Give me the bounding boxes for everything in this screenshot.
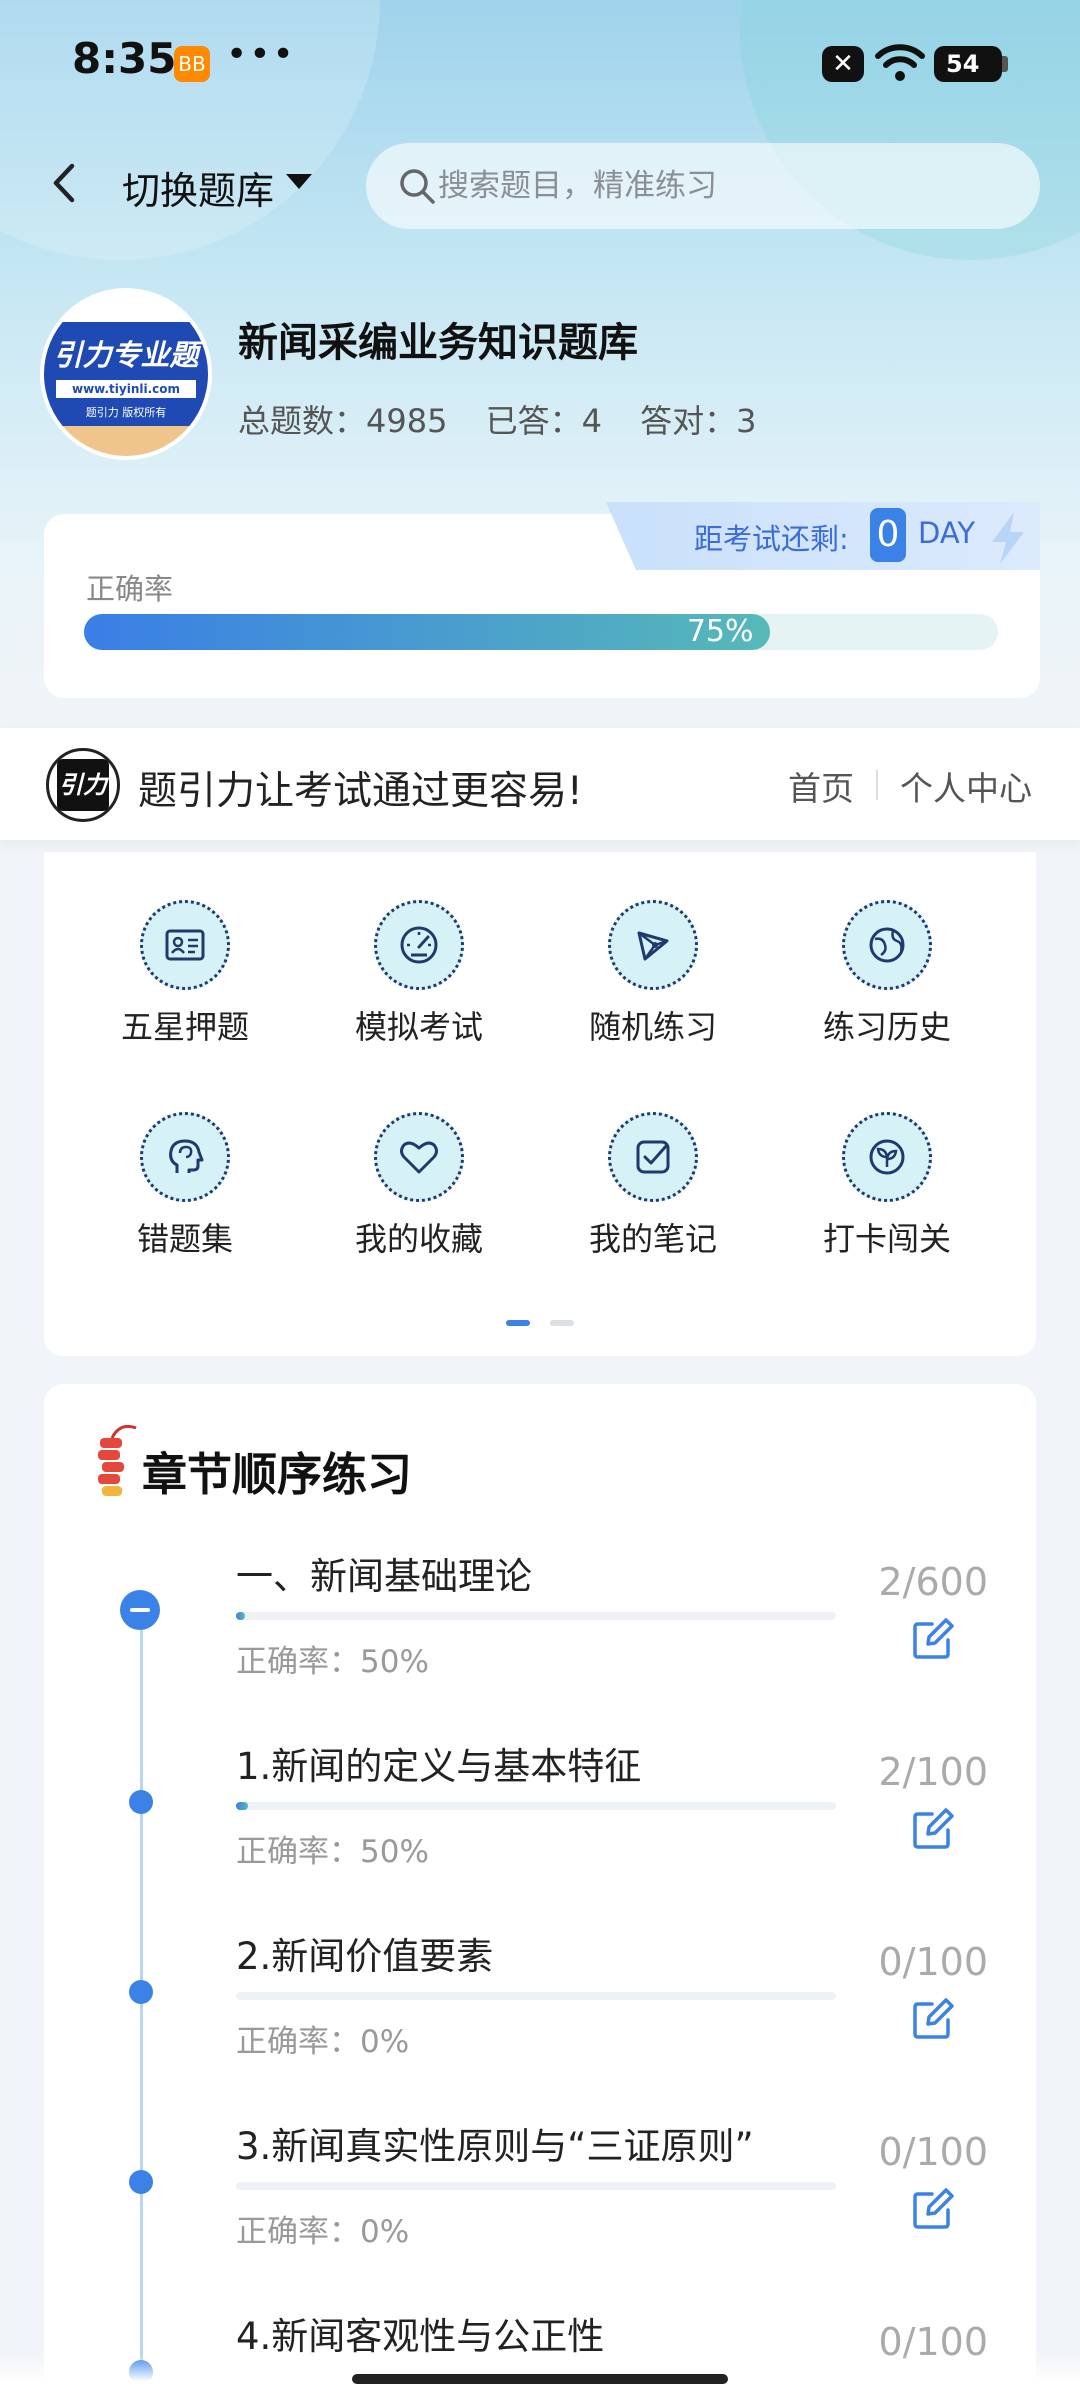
chapter-name: 一、新闻基础理论 — [236, 1555, 532, 1598]
network-icon — [637, 931, 669, 961]
function-notes[interactable]: 我的笔记 — [562, 1112, 742, 1282]
chapter-accuracy: 正确率：50% — [236, 1644, 429, 1680]
page-indicator-active[interactable] — [506, 1320, 530, 1326]
timeline-node — [129, 1790, 153, 1814]
function-favorites[interactable]: 我的收藏 — [328, 1112, 508, 1282]
brand-logo-icon: 引力 — [46, 748, 120, 822]
function-label: 五星押题 — [120, 1008, 249, 1046]
back-arrow-icon[interactable] — [40, 158, 90, 208]
sprout-icon — [869, 1139, 905, 1175]
bank-logo: 引力专业题 www.tiyinli.com 题引力 版权所有 — [44, 292, 208, 456]
bank-title: 新闻采编业务知识题库 — [238, 320, 638, 366]
app-notification-icon: BB — [174, 46, 210, 82]
nav-divider — [876, 770, 878, 800]
exam-countdown: 距考试还剩: 0 DAY — [606, 502, 1040, 570]
logo-url: www.tiyinli.com — [56, 380, 196, 398]
battery-icon: 54 — [934, 46, 1008, 82]
chapter-progress-fill — [236, 1612, 245, 1620]
accuracy-percent: 75% — [686, 614, 754, 649]
logo-title: 引力专业题 — [53, 338, 199, 372]
home-indicator[interactable] — [352, 2374, 728, 2384]
brand-bar: 引力 题引力让考试通过更容易! 首页 个人中心 — [0, 728, 1080, 840]
chapter-accuracy: 正确率：50% — [236, 1834, 429, 1870]
answered-count: 已答：4 — [485, 402, 602, 440]
no-sim-icon: ✕ — [822, 46, 864, 82]
chapter-name: 4.新闻客观性与公正性 — [236, 2315, 605, 2358]
function-check-in[interactable]: 打卡闯关 — [796, 1112, 976, 1282]
accuracy-bar: 75% — [84, 614, 998, 650]
function-mock-exam[interactable]: 模拟考试 — [328, 900, 508, 1070]
function-label: 打卡闯关 — [822, 1220, 951, 1258]
chapter-practice-card — [44, 1384, 1036, 2400]
nav-personal-center-link[interactable]: 个人中心 — [900, 762, 1032, 810]
correct-count: 答对：3 — [640, 402, 757, 440]
page-indicator[interactable] — [550, 1320, 574, 1326]
chapter-progress-bar — [236, 1612, 836, 1620]
edit-icon[interactable] — [910, 2186, 956, 2232]
edit-icon[interactable] — [910, 1996, 956, 2042]
status-bar: 8:35 BB ••• ✕ 54 — [0, 0, 1080, 120]
chapter-progress-bar — [236, 1802, 836, 1810]
function-label: 我的笔记 — [588, 1220, 717, 1258]
chapter-name: 1.新闻的定义与基本特征 — [236, 1745, 642, 1788]
timeline-node — [129, 2170, 153, 2194]
timeline-node — [129, 1980, 153, 2004]
chapter-name: 3.新闻真实性原则与“三证原则” — [236, 2125, 754, 2168]
chapter-count: 2/100 — [878, 1750, 988, 1794]
accuracy-bar-fill: 75% — [84, 614, 770, 650]
search-icon — [400, 169, 435, 204]
function-practice-history[interactable]: 练习历史 — [796, 900, 976, 1070]
function-label: 错题集 — [136, 1220, 233, 1258]
edit-icon[interactable] — [910, 1616, 956, 1662]
function-label: 我的收藏 — [354, 1220, 483, 1258]
logo-note: 题引力 版权所有 — [85, 406, 167, 419]
chapter-count: 0/100 — [878, 1940, 988, 1984]
more-notifications-icon: ••• — [226, 34, 296, 75]
firecracker-icon — [98, 1424, 137, 1496]
id-card-icon — [165, 929, 205, 961]
total-count: 总题数：4985 — [238, 402, 448, 440]
bank-stats: 总题数：4985 已答：4 答对：3 — [238, 396, 785, 442]
function-random-practice[interactable]: 随机练习 — [562, 900, 742, 1070]
chapter-progress-fill — [236, 1802, 248, 1810]
edit-icon[interactable] — [910, 1806, 956, 1852]
chapter-name: 2.新闻价值要素 — [236, 1935, 494, 1978]
chapter-accuracy: 正确率：0% — [236, 2024, 410, 2060]
chapter-accuracy: 正确率：0% — [236, 2214, 410, 2250]
collapse-chapter-icon[interactable] — [120, 1590, 160, 1630]
countdown-label: 距考试还剩: — [694, 522, 849, 556]
head-icon — [169, 1139, 204, 1173]
top-bar: 切换题库 — [0, 140, 1080, 230]
function-label: 模拟考试 — [354, 1008, 483, 1046]
wifi-icon — [875, 44, 925, 81]
accuracy-label: 正确率 — [86, 572, 174, 606]
switch-bank-button[interactable]: 切换题库 — [122, 160, 274, 215]
caret-down-icon[interactable] — [286, 174, 312, 189]
lightning-icon — [992, 512, 1024, 564]
nav-home-link[interactable]: 首页 — [788, 762, 854, 810]
gauge-icon — [400, 926, 438, 964]
function-label: 随机练习 — [588, 1008, 717, 1046]
chapter-progress-bar — [236, 2182, 836, 2190]
chapter-count: 0/100 — [878, 2130, 988, 2174]
search-input[interactable] — [438, 143, 1018, 229]
countdown-unit: DAY — [918, 516, 976, 550]
function-five-star[interactable]: 五星押题 — [94, 900, 274, 1070]
chapter-progress-bar — [236, 1992, 836, 2000]
function-grid: 五星押题 模拟考试 随机练习 练习历史 错题集 我的收藏 我的笔记 打卡闯关 — [44, 852, 1036, 1356]
function-wrong-set[interactable]: 错题集 — [94, 1112, 274, 1282]
chapter-count: 2/600 — [878, 1560, 988, 1604]
globe-icon — [869, 927, 905, 963]
status-time: 8:35 — [72, 34, 177, 83]
countdown-value: 0 — [870, 508, 906, 562]
brand-slogan: 题引力让考试通过更容易! — [138, 769, 583, 814]
function-label: 练习历史 — [822, 1008, 951, 1046]
chapter-section-title: 章节顺序练习 — [142, 1448, 413, 1501]
heart-icon — [400, 1141, 438, 1174]
search-bar[interactable] — [366, 143, 1040, 229]
note-check-icon — [636, 1140, 670, 1174]
